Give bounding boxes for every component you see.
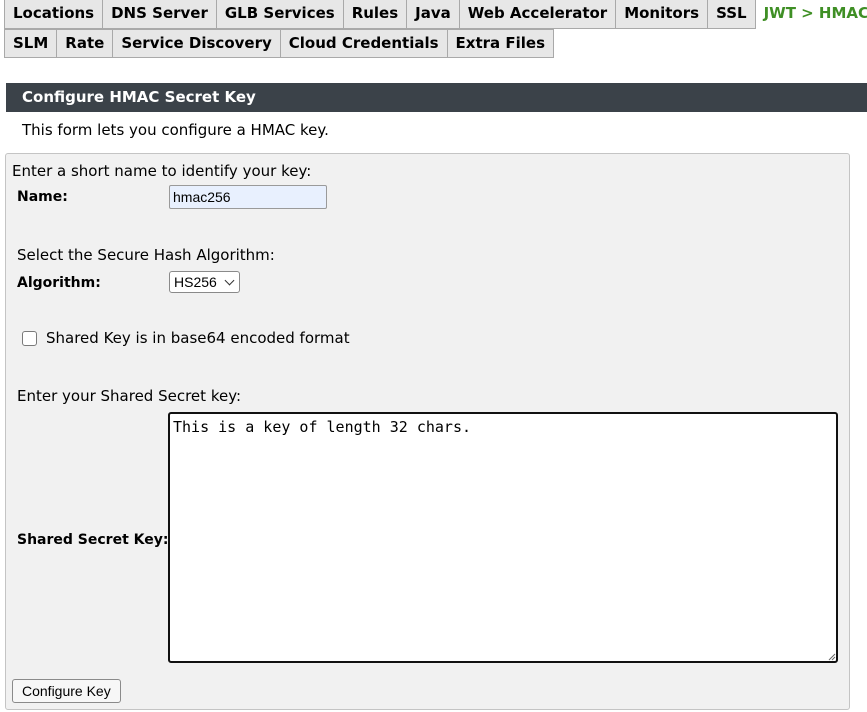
tab-jwt-hmac[interactable]: JWT > HMAC xyxy=(755,0,867,29)
secret-prompt: Enter your Shared Secret key: xyxy=(17,387,242,405)
tab-monitors[interactable]: Monitors xyxy=(616,0,709,29)
page: Locations DNS Server GLB Services Rules … xyxy=(0,0,867,712)
tab-locations[interactable]: Locations xyxy=(4,0,104,29)
name-label: Name: xyxy=(17,189,68,205)
tab-rate[interactable]: Rate xyxy=(57,29,114,58)
algorithm-select[interactable]: HS256 xyxy=(169,271,240,293)
tab-glb-services[interactable]: GLB Services xyxy=(216,0,344,29)
algorithm-prompt: Select the Secure Hash Algorithm: xyxy=(17,246,275,264)
tab-extra-files[interactable]: Extra Files xyxy=(447,29,554,58)
name-input[interactable] xyxy=(169,185,327,209)
tab-slm[interactable]: SLM xyxy=(4,29,58,58)
hmac-form: Enter a short name to identify your key:… xyxy=(5,153,850,710)
algorithm-label: Algorithm: xyxy=(17,275,101,291)
resize-grip-icon[interactable] xyxy=(828,653,836,661)
tab-row-secondary: SLM Rate Service Discovery Cloud Credent… xyxy=(4,29,554,58)
base64-label[interactable]: Shared Key is in base64 encoded format xyxy=(46,329,350,347)
tab-service-discovery[interactable]: Service Discovery xyxy=(113,29,281,58)
tab-java[interactable]: Java xyxy=(407,0,460,29)
tab-cloud-credentials[interactable]: Cloud Credentials xyxy=(280,29,448,58)
tab-dns-server[interactable]: DNS Server xyxy=(103,0,217,29)
base64-checkbox[interactable] xyxy=(22,331,37,346)
panel-description: This form lets you configure a HMAC key. xyxy=(22,121,329,139)
panel-title: Configure HMAC Secret Key xyxy=(6,83,867,112)
chevron-down-icon xyxy=(224,275,235,286)
algorithm-selected-value: HS256 xyxy=(174,274,217,290)
secret-label: Shared Secret Key: xyxy=(17,532,169,548)
name-prompt: Enter a short name to identify your key: xyxy=(12,162,312,180)
secret-key-textarea[interactable]: This is a key of length 32 chars. xyxy=(168,412,838,663)
tab-rules[interactable]: Rules xyxy=(343,0,408,29)
tab-ssl[interactable]: SSL xyxy=(708,0,756,29)
tab-web-accelerator[interactable]: Web Accelerator xyxy=(459,0,617,29)
tab-row-primary: Locations DNS Server GLB Services Rules … xyxy=(4,0,867,29)
configure-key-button[interactable]: Configure Key xyxy=(12,679,121,703)
